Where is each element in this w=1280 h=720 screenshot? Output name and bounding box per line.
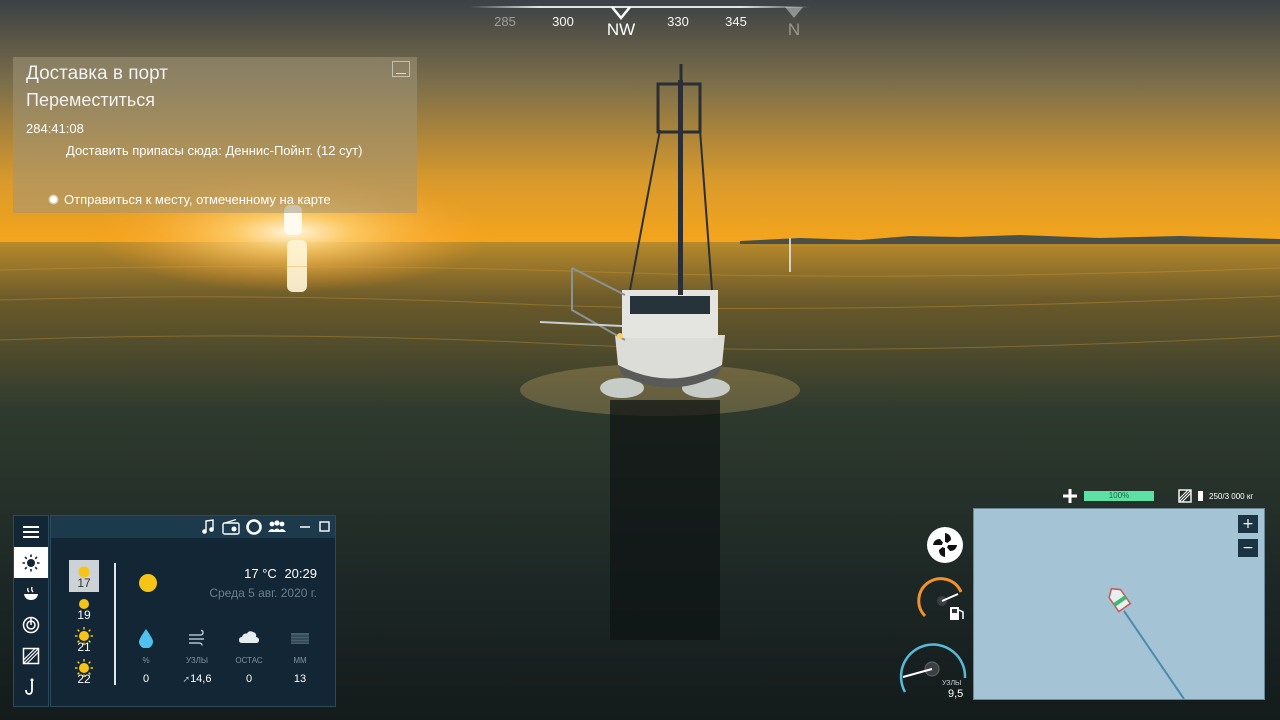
minimap[interactable]: + − (973, 508, 1265, 700)
speed-value: 9,5 (948, 688, 964, 700)
quest-minimize-button[interactable] (392, 61, 410, 77)
crew-icon[interactable] (267, 519, 287, 533)
stat-precipitation: % 0 (126, 628, 166, 685)
route-layer (1108, 587, 1185, 699)
forecast-day-temp: 19 (77, 608, 91, 622)
quest-step-label: Отправиться к месту, отмеченному на карт… (64, 192, 331, 207)
weather-panel-header (51, 516, 335, 538)
forecast-day-temp: 21 (77, 640, 91, 654)
stat-value-text: 14,6 (190, 673, 212, 685)
stat-value: 0 (245, 673, 253, 685)
current-temperature: 17 °C (244, 566, 277, 581)
forecast-days: 17 19 21 22 (69, 560, 99, 688)
forecast-day-temp: 17 (77, 576, 91, 590)
menu-button[interactable] (14, 516, 48, 547)
weather-divider (114, 563, 116, 685)
stat-label: УЗЛЫ (186, 656, 208, 665)
cloud-icon (239, 631, 259, 643)
cargo-fill-indicator (1198, 491, 1203, 501)
raindrop-icon (139, 629, 153, 649)
stat-label: ОСТАС (235, 656, 263, 665)
maximize-icon[interactable] (319, 521, 330, 532)
step-bullet-icon (50, 196, 57, 203)
cargo-weight: 250/3 000 кг (1209, 491, 1254, 501)
weather-panel: 17 19 21 22 17 °C 20:29 Среда 5 авг. 202… (50, 515, 336, 707)
stat-cloud: ОСТАС 0 (229, 628, 269, 685)
nav-cargo-button[interactable] (14, 640, 48, 671)
nav-fishing-button[interactable] (14, 578, 48, 609)
compass-line (470, 6, 810, 8)
nav-weather-button[interactable] (14, 547, 48, 578)
quest-panel: Доставка в порт Переместиться 284:41:08 … (13, 57, 417, 213)
rain-gauge-icon (291, 633, 309, 644)
quest-subtitle: Переместиться (26, 90, 156, 110)
music-icon[interactable] (201, 519, 215, 535)
sun-icon (22, 554, 40, 571)
north-marker-icon (785, 7, 803, 18)
bowl-icon (24, 586, 38, 600)
boat-position-icon (1108, 587, 1132, 613)
cargo-crate-icon (1178, 489, 1192, 503)
forecast-day-3[interactable]: 21 (69, 624, 99, 656)
stat-label: % (142, 656, 150, 665)
side-nav (13, 515, 49, 707)
current-time: 20:29 (284, 566, 317, 581)
stat-rain-gauge: ММ 13 (280, 628, 320, 685)
stat-wind: УЗЛЫ ➚14,6 (177, 628, 217, 685)
forecast-day-1[interactable]: 17 (69, 560, 99, 592)
compass-heading: NW (606, 20, 636, 39)
quest-step: Отправиться к месту, отмеченному на карт… (50, 192, 331, 207)
boat-status-row: 100% 250/3 000 кг (1062, 488, 1253, 504)
compass-tick: 345 (725, 14, 747, 29)
compass-bar: 285 300 NW 330 345 N (470, 0, 810, 44)
speed-unit-label: УЗЛЫ (942, 680, 962, 687)
fuel-gauge (917, 577, 964, 620)
quest-task: Доставить припасы сюда: Деннис-Пойнт. (1… (66, 143, 363, 158)
compass-tick: 330 (667, 14, 689, 29)
stat-value: ➚14,6 (177, 673, 217, 685)
crate-icon (22, 647, 40, 664)
stat-label: ММ (293, 656, 307, 665)
nav-anchor-button[interactable] (14, 671, 48, 702)
compass-north: N (787, 20, 801, 39)
hamburger-icon (23, 525, 39, 538)
temp-time: 17 °C 20:29 (244, 566, 317, 581)
forecast-day-2[interactable]: 19 (69, 592, 99, 624)
minimize-icon[interactable] (300, 521, 310, 533)
quest-timer: 284:41:08 (26, 121, 84, 136)
wind-icon (189, 629, 204, 646)
stat-value: 13 (293, 673, 307, 685)
lifebuoy-icon[interactable] (246, 519, 262, 535)
fuel-pump-icon (950, 607, 964, 620)
quest-title: Доставка в порт (26, 63, 168, 84)
health-plus-icon (1063, 489, 1077, 503)
propeller-button[interactable] (925, 525, 965, 565)
forecast-day-temp: 22 (77, 672, 91, 686)
current-date: Среда 5 авг. 2020 г. (209, 586, 317, 600)
forecast-day-4[interactable]: 22 (69, 656, 99, 688)
compass-tick: 285 (494, 14, 516, 29)
sonar-icon (22, 616, 40, 633)
heading-marker-icon (611, 6, 631, 20)
hook-icon (25, 678, 34, 695)
stat-value: 0 (142, 673, 150, 685)
wind-direction-icon: ➚ (182, 674, 191, 684)
nav-sonar-button[interactable] (14, 609, 48, 640)
compass-tick: 300 (552, 14, 574, 29)
current-sun-icon (139, 574, 157, 592)
radio-icon[interactable] (222, 519, 240, 535)
hull-health-bar: 100% (1084, 491, 1154, 501)
